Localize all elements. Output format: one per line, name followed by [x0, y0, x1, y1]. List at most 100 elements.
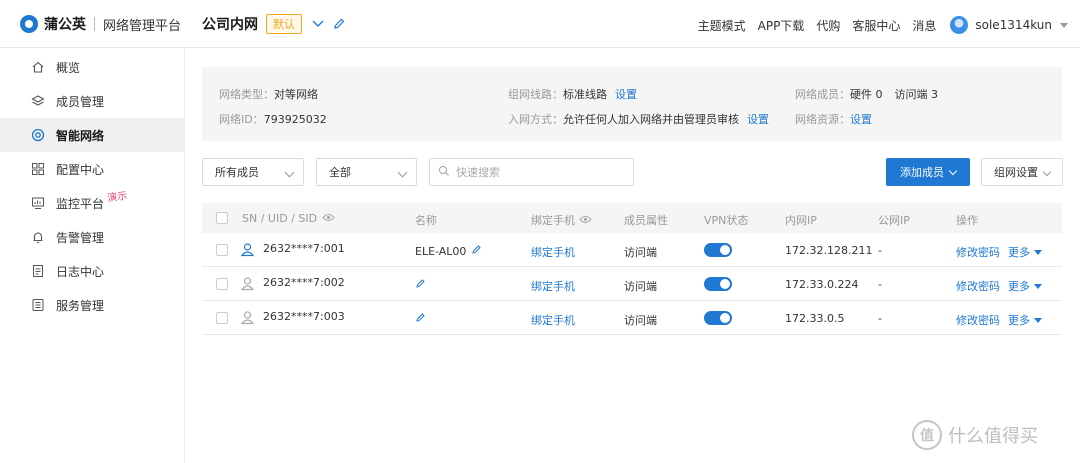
sidebar-item-config-center[interactable]: 配置中心: [0, 152, 185, 186]
caret-down-icon[interactable]: [1060, 22, 1068, 28]
status-filter-select[interactable]: 全部: [316, 158, 417, 186]
theme-mode-link[interactable]: 主题模式: [698, 17, 746, 34]
brand[interactable]: 蒲公英 网络管理平台: [20, 14, 181, 34]
member-sn: 2632****7:002: [263, 276, 345, 289]
select-all-checkbox[interactable]: [216, 212, 228, 224]
sidebar-item-monitoring[interactable]: 监控平台 演示: [0, 186, 185, 220]
sidebar-item-alerts[interactable]: 告警管理: [0, 220, 185, 254]
member-ip: 172.33.0.5: [785, 312, 845, 325]
search-icon: [438, 165, 450, 180]
user-offline-icon: [240, 276, 255, 291]
sidebar-item-overview[interactable]: 概览: [0, 50, 185, 84]
network-members: 网络成员：硬件 0 访问端 3: [795, 88, 938, 101]
caret-down-icon: [1034, 283, 1042, 289]
demo-badge: 演示: [106, 190, 128, 205]
chevron-down-icon: [1042, 167, 1052, 177]
brand-subtitle: 网络管理平台: [103, 18, 182, 34]
member-name: [415, 312, 426, 326]
top-header: 蒲公英 网络管理平台 公司内网 默认 主题模式 APP下载 代购 客服中心 消息…: [0, 0, 1080, 48]
watermark-text: 什么值得买: [948, 426, 1038, 447]
row-checkbox[interactable]: [216, 312, 228, 324]
sidebar-item-smart-network[interactable]: 智能网络: [0, 118, 185, 152]
pencil-icon[interactable]: [415, 312, 426, 326]
sidebar-item-label: 日志中心: [56, 264, 105, 279]
sidebar-item-label: 服务管理: [56, 298, 105, 313]
vpn-toggle[interactable]: [704, 243, 732, 257]
more-dropdown[interactable]: 更多: [1008, 278, 1042, 294]
network-name: 公司内网: [202, 17, 258, 33]
member-filter-select[interactable]: 所有成员: [202, 158, 304, 186]
table-row: 2632****7:003 绑定手机 访问端 172.33.0.5 - 修改密码…: [202, 301, 1062, 335]
members-table: SN / UID / SID 名称 绑定手机 成员属性 VPN状态 内网IP 公…: [202, 203, 1062, 335]
header-name: 名称: [415, 214, 437, 227]
member-ip: 172.33.0.224: [785, 278, 859, 291]
change-password-link[interactable]: 修改密码: [956, 244, 1000, 260]
pencil-icon[interactable]: [471, 244, 482, 258]
username[interactable]: sole1314kun: [975, 18, 1052, 32]
chevron-down-icon: [948, 166, 958, 175]
line-settings-link[interactable]: 设置: [615, 88, 637, 101]
network-line: 组网线路：标准线路 设置: [508, 88, 637, 101]
messages-link[interactable]: 消息: [912, 17, 936, 34]
eye-icon[interactable]: [579, 214, 592, 227]
sidebar-item-logs[interactable]: 日志中心: [0, 254, 185, 288]
vpn-toggle[interactable]: [704, 277, 732, 291]
member-name: [415, 278, 426, 292]
sidebar-item-label: 概览: [56, 60, 81, 75]
search-input[interactable]: [456, 165, 626, 179]
user-online-icon: [240, 242, 255, 257]
network-type: 网络类型：对等网络: [219, 88, 318, 101]
avatar[interactable]: [950, 16, 969, 34]
network-settings-button[interactable]: 组网设置: [981, 158, 1063, 186]
header-vpn: VPN状态: [704, 214, 749, 227]
row-checkbox[interactable]: [216, 278, 228, 290]
header-public-ip: 公网IP: [878, 214, 910, 227]
member-ip: 172.32.128.211: [785, 244, 873, 257]
purchase-link[interactable]: 代购: [816, 17, 840, 34]
monitor-icon: [30, 195, 46, 211]
more-dropdown[interactable]: 更多: [1008, 312, 1042, 328]
chevron-down-icon: [397, 167, 408, 178]
row-checkbox[interactable]: [216, 244, 228, 256]
sidebar-item-label: 监控平台: [56, 196, 105, 211]
sidebar-item-label: 配置中心: [56, 162, 105, 177]
header-ip: 内网IP: [785, 214, 817, 227]
user-offline-icon: [240, 310, 255, 325]
bind-phone-link[interactable]: 绑定手机: [531, 278, 575, 294]
eye-icon[interactable]: [322, 212, 335, 225]
brand-name: 蒲公英: [44, 17, 86, 33]
change-password-link[interactable]: 修改密码: [956, 312, 1000, 328]
search-box: [429, 158, 634, 186]
pencil-icon[interactable]: [332, 17, 346, 31]
member-public-ip: -: [878, 244, 882, 257]
join-settings-link[interactable]: 设置: [747, 113, 769, 126]
table-row: 2632****7:002 绑定手机 访问端 172.33.0.224 - 修改…: [202, 267, 1062, 301]
network-info-panel: 网络类型：对等网络 组网线路：标准线路 设置 网络成员：硬件 0 访问端 3 网络I…: [202, 67, 1062, 141]
sidebar-item-members[interactable]: 成员管理: [0, 84, 185, 118]
resource-settings-link[interactable]: 设置: [850, 113, 872, 126]
more-dropdown[interactable]: 更多: [1008, 244, 1042, 260]
sidebar-item-services[interactable]: 服务管理: [0, 288, 185, 322]
home-icon: [30, 59, 46, 75]
default-badge: 默认: [266, 14, 302, 34]
log-icon: [30, 263, 46, 279]
join-method: 入网方式：允许任何人加入网络并由管理员审核 设置: [508, 113, 769, 126]
chevron-down-icon[interactable]: [310, 16, 326, 32]
member-public-ip: -: [878, 278, 882, 291]
member-name: ELE-AL00: [415, 244, 482, 258]
bind-phone-link[interactable]: 绑定手机: [531, 312, 575, 328]
service-icon: [30, 297, 46, 313]
member-sn: 2632****7:001: [263, 242, 345, 255]
bind-phone-link[interactable]: 绑定手机: [531, 244, 575, 260]
header-phone: 绑定手机: [531, 212, 592, 228]
member-attr: 访问端: [624, 314, 657, 327]
member-public-ip: -: [878, 312, 882, 325]
pencil-icon[interactable]: [415, 278, 426, 292]
change-password-link[interactable]: 修改密码: [956, 278, 1000, 294]
sidebar-item-label: 告警管理: [56, 230, 105, 245]
add-member-button[interactable]: 添加成员: [886, 158, 970, 186]
service-center-link[interactable]: 客服中心: [852, 17, 900, 34]
header-attr: 成员属性: [624, 214, 668, 227]
vpn-toggle[interactable]: [704, 311, 732, 325]
app-download-link[interactable]: APP下载: [758, 17, 805, 34]
